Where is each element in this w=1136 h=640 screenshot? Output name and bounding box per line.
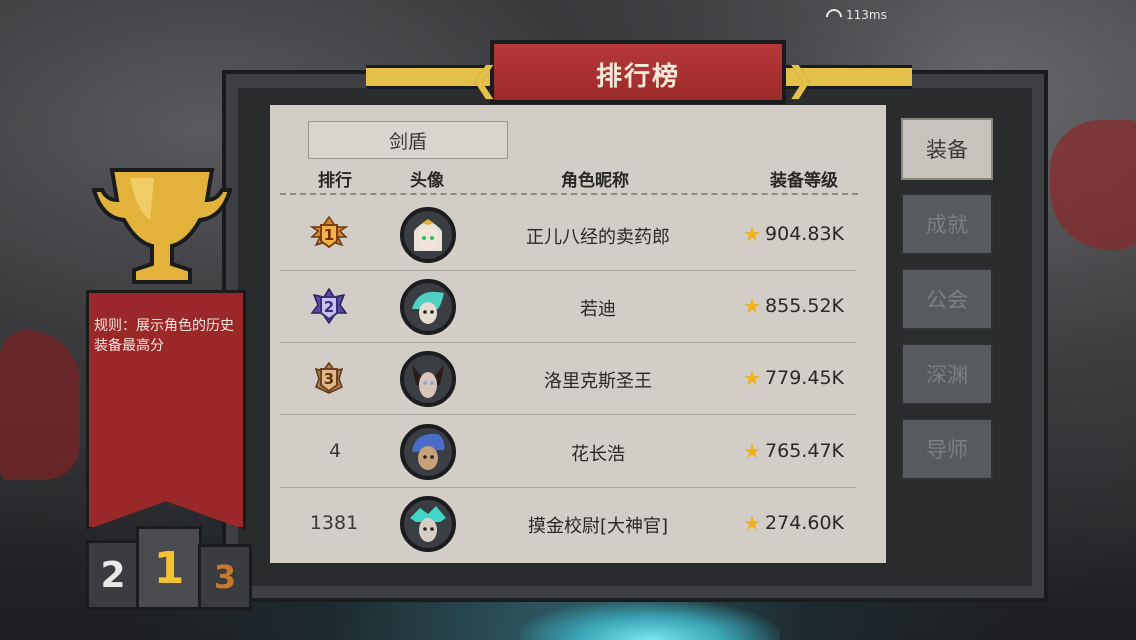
title-banner: 排行榜: [490, 40, 786, 104]
background-crystal: [520, 600, 780, 640]
badge-rank-label: 3: [324, 370, 334, 388]
equipment-level: ★ 855.52K: [743, 294, 844, 318]
podium: 2 1 3: [86, 526, 256, 610]
category-tab-equipment[interactable]: 装备: [901, 118, 993, 180]
equipment-level: ★ 765.47K: [743, 439, 844, 463]
player-name: 洛里克斯圣王: [544, 371, 652, 392]
podium-third: 3: [198, 544, 252, 610]
bronze-rank-badge-icon: 3: [314, 361, 344, 394]
star-icon: ★: [743, 222, 762, 246]
avatar: [400, 351, 456, 407]
player-name: 正儿八经的卖药郎: [526, 227, 670, 248]
network-status: 113ms: [826, 8, 887, 22]
level-value: 274.60K: [765, 512, 844, 534]
wifi-icon: [826, 9, 842, 21]
rule-text: 规则：展示角色的历史装备最高分: [94, 318, 234, 354]
level-value: 904.83K: [765, 223, 844, 245]
star-icon: ★: [743, 294, 762, 318]
avatar: [400, 279, 456, 335]
player-name: 摸金校尉[大神官]: [527, 516, 669, 537]
chevron-right-icon: ❯: [786, 60, 815, 100]
category-tab-mentor[interactable]: 导师: [901, 418, 993, 480]
category-tab-achievement[interactable]: 成就: [901, 193, 993, 255]
purple-rank-badge-icon: 2: [310, 287, 348, 325]
category-tab-guild[interactable]: 公会: [901, 268, 993, 330]
star-icon: ★: [743, 511, 762, 535]
trophy-icon: [92, 168, 232, 284]
star-icon: ★: [743, 439, 762, 463]
table-row[interactable]: 1381 摸金校尉[大神官] ★ 274.60K: [280, 488, 856, 560]
star-icon: ★: [743, 366, 762, 390]
background-decoration: [0, 330, 80, 480]
table-row[interactable]: 2 若迪 ★ 855.52K: [280, 271, 856, 343]
row-divider: [280, 414, 856, 415]
rank-number: 4: [328, 440, 342, 462]
podium-second: 2: [86, 540, 140, 610]
badge-rank-label: 2: [324, 298, 334, 316]
level-value: 855.52K: [765, 295, 844, 317]
table-row[interactable]: 3 洛里克斯圣王 ★ 779.45K: [280, 343, 856, 415]
tab-sword-shield[interactable]: 剑盾: [308, 121, 508, 159]
avatar: [400, 424, 456, 480]
level-value: 765.47K: [765, 440, 844, 462]
column-header-avatar: 头像: [410, 171, 444, 191]
gold-rank-badge-icon: 1: [309, 215, 349, 249]
chevron-left-icon: ❮: [470, 60, 499, 100]
equipment-level: ★ 904.83K: [743, 222, 844, 246]
badge-rank-label: 1: [324, 226, 334, 244]
avatar: [400, 496, 456, 552]
table-row[interactable]: 1 正儿八经的卖药郎 ★ 904.83K: [280, 199, 856, 271]
page-title: 排行榜: [595, 62, 680, 92]
ping-value: 113ms: [846, 8, 887, 22]
podium-first: 1: [136, 526, 202, 610]
column-header-name: 角色昵称: [561, 171, 629, 191]
rank-number: 1381: [309, 512, 359, 534]
avatar: [400, 207, 456, 263]
column-header-rank: 排行: [318, 171, 352, 191]
table-row[interactable]: 4 花长浩 ★ 765.47K: [280, 416, 856, 488]
level-value: 779.45K: [765, 367, 844, 389]
player-name: 若迪: [580, 299, 616, 320]
equipment-level: ★ 779.45K: [743, 366, 844, 390]
player-name: 花长浩: [571, 444, 625, 465]
equipment-level: ★ 274.60K: [743, 511, 844, 535]
header-divider: [280, 193, 858, 195]
column-header-level: 装备等级: [770, 171, 838, 191]
category-tab-abyss[interactable]: 深渊: [901, 343, 993, 405]
